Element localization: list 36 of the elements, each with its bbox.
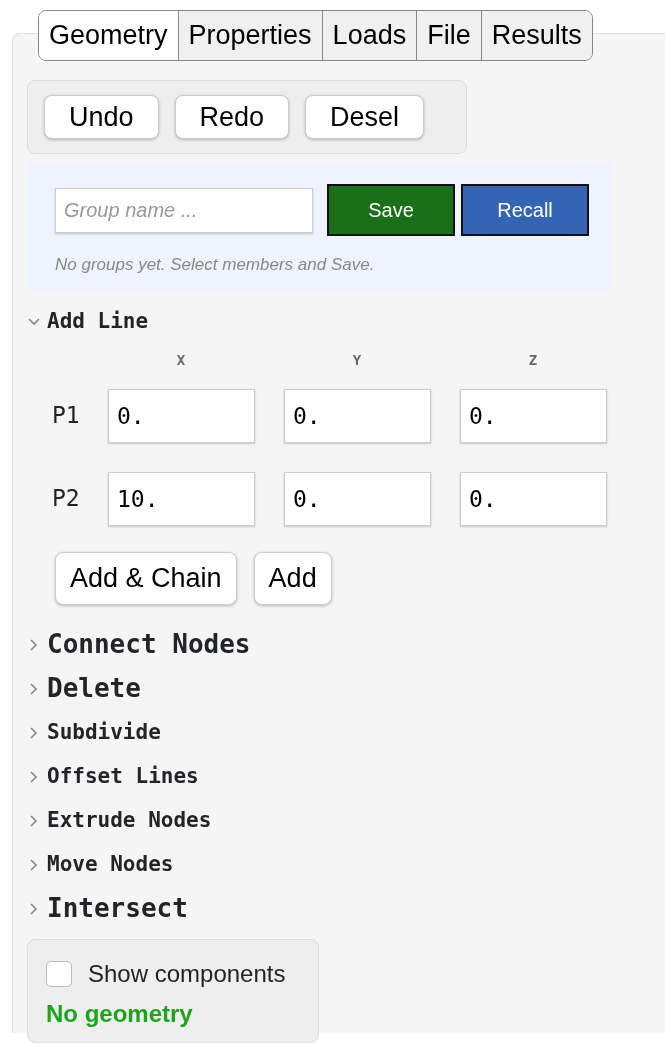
coordinate-field[interactable]: 10.: [108, 471, 255, 526]
section-title[interactable]: Add Line: [47, 305, 149, 338]
group-name-field[interactable]: Group name ...: [55, 187, 313, 233]
redo-button[interactable]: Redo: [174, 95, 290, 139]
add-and-chain-button[interactable]: Add & Chain: [55, 551, 237, 605]
coordinate-field[interactable]: 0.: [284, 388, 431, 443]
coordinate-field[interactable]: 0.: [460, 388, 607, 443]
coordinate-field[interactable]: 0.: [284, 471, 431, 526]
undo-button[interactable]: Undo: [44, 95, 159, 139]
section-title[interactable]: Intersect: [47, 889, 188, 928]
status-text: No geometry: [46, 998, 194, 1029]
recall-button[interactable]: Recall: [461, 184, 589, 236]
tab[interactable]: Geometry: [39, 11, 178, 60]
point-label: P1: [52, 401, 81, 431]
deselect-button[interactable]: Desel: [305, 95, 425, 139]
section-title[interactable]: Delete: [47, 669, 141, 708]
column-header: X: [175, 350, 187, 370]
tab[interactable]: Loads: [321, 11, 417, 60]
tab[interactable]: Properties: [177, 11, 322, 60]
tab[interactable]: Results: [480, 11, 592, 60]
section-title[interactable]: Subdivide: [47, 716, 161, 749]
add-button[interactable]: Add: [253, 551, 332, 605]
checkbox-label: Show components: [88, 958, 286, 989]
section-title[interactable]: Connect Nodes: [47, 625, 251, 664]
section-title[interactable]: Offset Lines: [47, 760, 199, 793]
save-button[interactable]: Save: [327, 184, 455, 236]
hint-text: No groups yet. Select members and Save.: [55, 254, 376, 276]
column-header: Z: [527, 350, 539, 370]
tab[interactable]: File: [416, 11, 481, 60]
checkbox[interactable]: [46, 960, 72, 987]
column-header: Y: [351, 350, 363, 370]
point-label: P2: [52, 484, 81, 514]
section-title[interactable]: Extrude Nodes: [47, 804, 212, 837]
coordinate-field[interactable]: 0.: [108, 388, 255, 443]
section-title[interactable]: Move Nodes: [47, 848, 174, 881]
coordinate-field[interactable]: 0.: [460, 471, 607, 526]
